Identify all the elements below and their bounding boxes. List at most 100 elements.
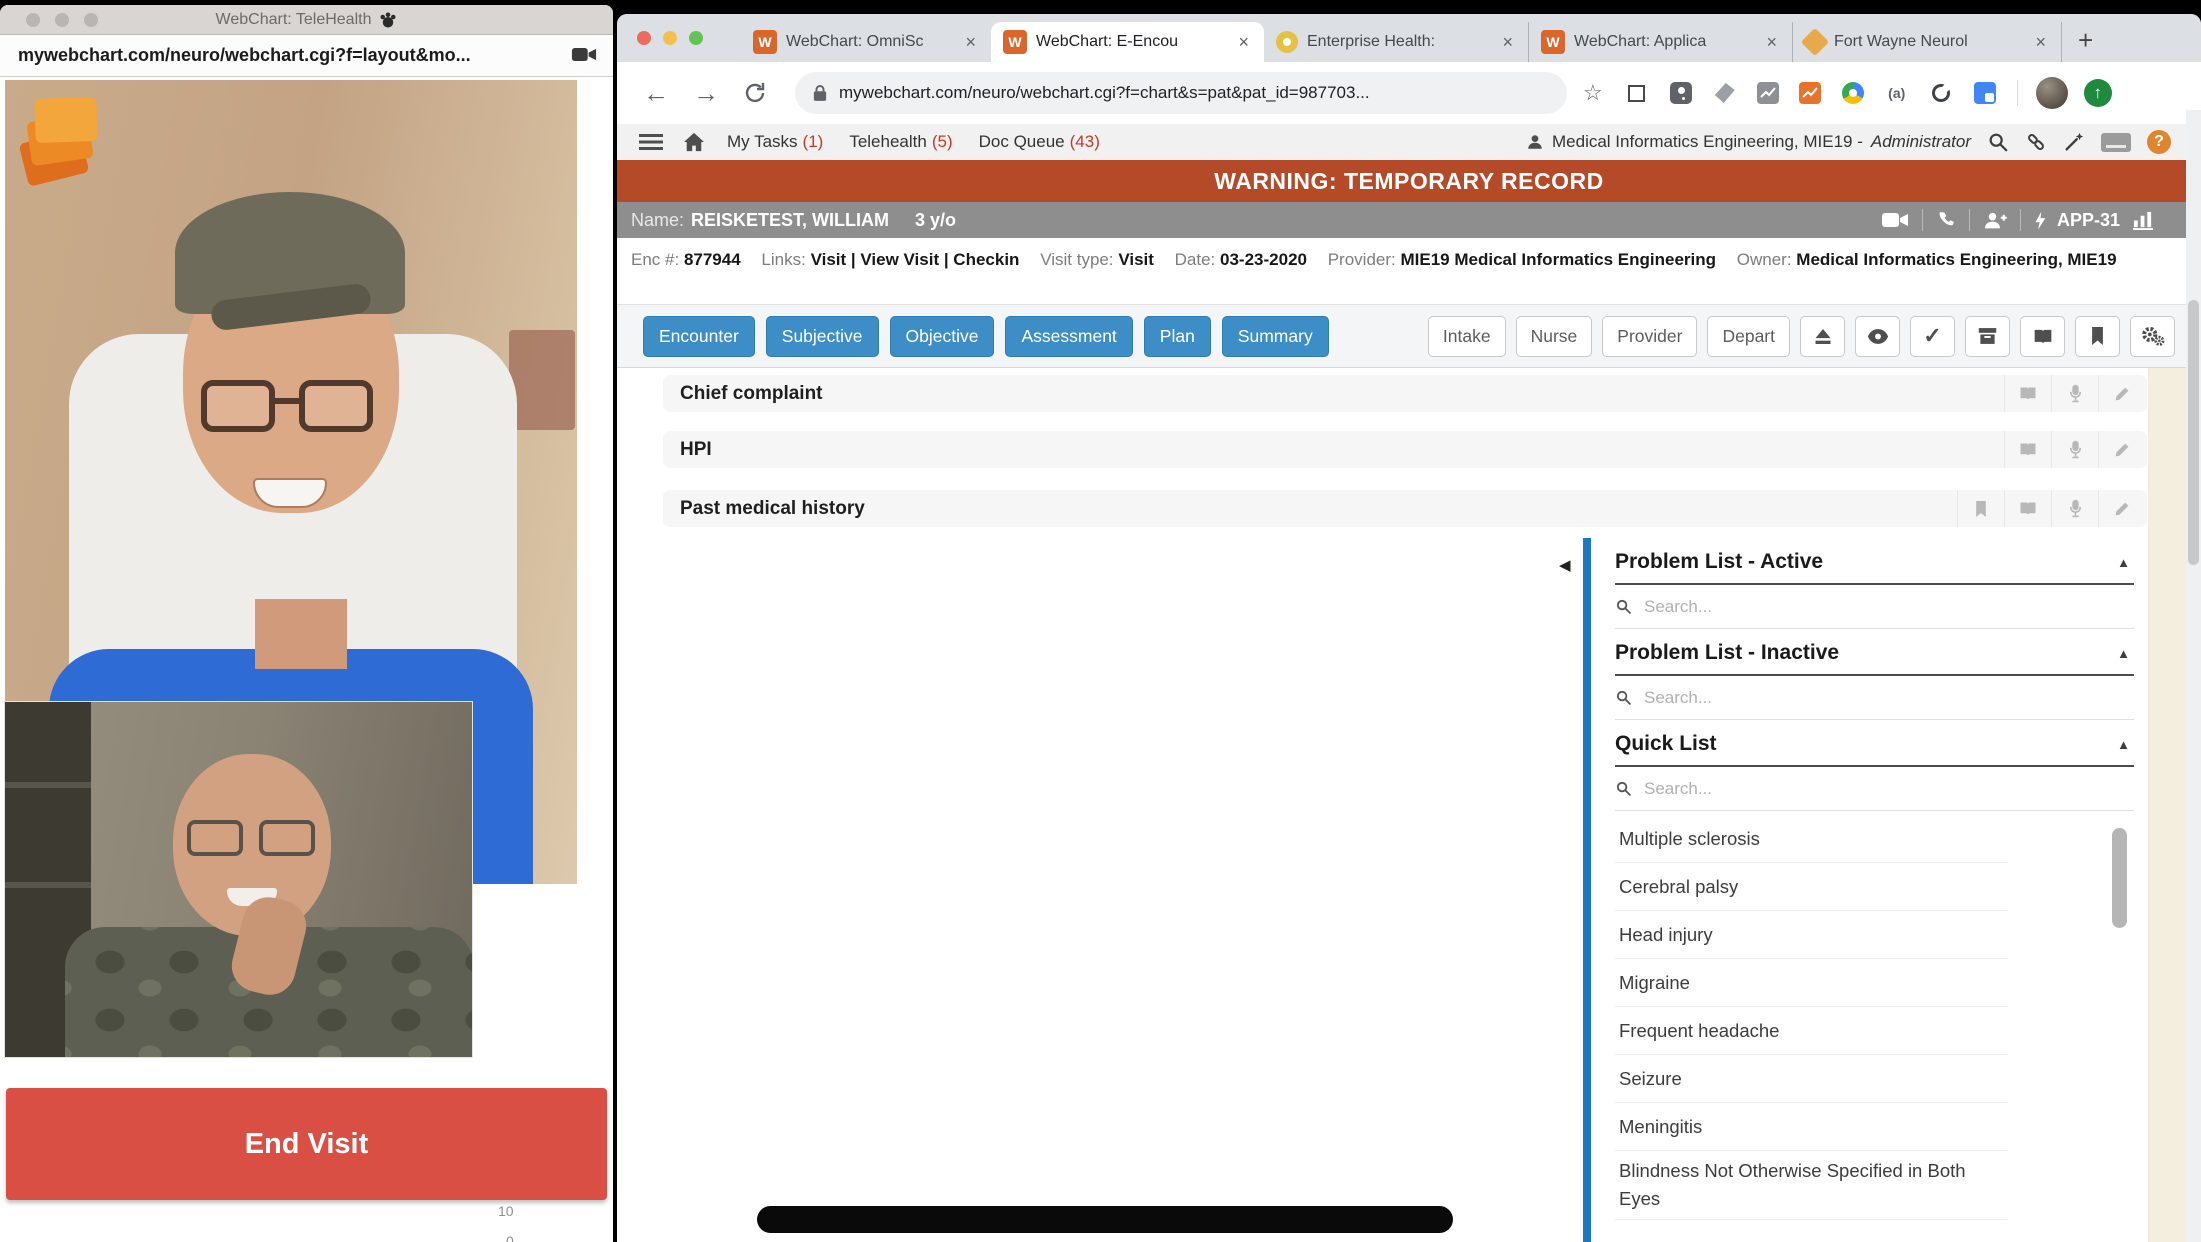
compass-extension-icon[interactable] (1841, 81, 1865, 105)
check-button[interactable]: ✓ (1910, 316, 1955, 357)
nav-my-tasks[interactable]: My Tasks(1) (727, 132, 823, 152)
new-tab-button[interactable]: + (2061, 22, 2109, 62)
tab-plan[interactable]: Plan (1144, 316, 1211, 357)
nav-doc-queue[interactable]: Doc Queue(43) (979, 132, 1100, 152)
hamburger-icon[interactable] (639, 134, 663, 150)
problem-list-active-header[interactable]: Problem List - Active ▲ (1615, 550, 2134, 585)
link-icon[interactable] (2025, 131, 2047, 153)
quick-list-item[interactable]: Migraine (1615, 959, 2007, 1007)
wand-icon[interactable] (2063, 131, 2085, 153)
section-past-medical-history[interactable]: Past medical history (663, 490, 2147, 527)
encounter-links[interactable]: Visit | View Visit | Checkin (811, 250, 1020, 269)
tab-summary[interactable]: Summary (1222, 316, 1329, 357)
book-icon[interactable] (2004, 490, 2051, 527)
minimize-window-icon[interactable] (55, 13, 69, 27)
quick-list-item[interactable]: Cerebral palsy (1615, 863, 2007, 911)
problem-list-inactive-search[interactable] (1615, 676, 2134, 720)
help-icon[interactable]: ? (2147, 130, 2171, 154)
pencil-icon[interactable] (2098, 375, 2145, 412)
stage-provider-button[interactable]: Provider (1602, 316, 1697, 357)
quick-list-scrollbar-thumb[interactable] (2112, 828, 2127, 928)
search-input[interactable] (1644, 688, 1944, 708)
settings-button[interactable] (2130, 316, 2175, 357)
mic-icon[interactable] (2051, 375, 2098, 412)
telehealth-titlebar[interactable]: WebChart: TeleHealth (0, 5, 613, 35)
quick-list-item[interactable]: Head injury (1615, 911, 2007, 959)
close-window-icon[interactable] (26, 13, 40, 27)
close-icon[interactable]: × (1499, 32, 1516, 53)
screenshot-extension-icon[interactable] (1625, 81, 1649, 105)
book-icon[interactable] (2004, 431, 2051, 468)
browser-scrollbar[interactable] (2186, 110, 2201, 1242)
current-user[interactable]: Medical Informatics Engineering, MIE19 -… (1526, 132, 1971, 152)
minimize-window-icon[interactable] (663, 31, 677, 45)
book-icon[interactable] (2004, 375, 2051, 412)
archive-button[interactable] (1965, 316, 2010, 357)
eject-button[interactable] (1800, 316, 1845, 357)
problem-list-active-search[interactable] (1615, 585, 2134, 629)
home-icon[interactable] (683, 132, 705, 152)
analytics-gray-extension-icon[interactable] (1757, 82, 1779, 104)
nav-telehealth[interactable]: Telehealth(5) (849, 132, 952, 152)
stage-intake-button[interactable]: Intake (1428, 316, 1506, 357)
bookmark-star-icon[interactable]: ☆ (1583, 80, 1603, 106)
caret-up-icon[interactable]: ▲ (2117, 555, 2134, 570)
preview-button[interactable] (1855, 316, 1900, 357)
quick-list-header[interactable]: Quick List ▲ (1615, 732, 2134, 767)
book-button[interactable] (2020, 316, 2065, 357)
back-icon[interactable]: ← (643, 80, 669, 106)
keyboard-icon[interactable] (2101, 133, 2131, 152)
quick-list-item[interactable]: Frequent headache (1615, 1007, 2007, 1055)
scrollbar-thumb[interactable] (2188, 300, 2199, 565)
video-camera-icon[interactable] (1881, 211, 1909, 229)
quick-list-item[interactable]: Meningitis (1615, 1103, 2007, 1151)
close-window-icon[interactable] (637, 31, 651, 45)
caret-up-icon[interactable]: ▲ (2117, 646, 2134, 661)
search-input[interactable] (1644, 779, 1944, 799)
tab-fort-wayne-neurology[interactable]: Fort Wayne Neurol × (1792, 22, 2061, 62)
bookmark-button[interactable] (2075, 316, 2120, 357)
close-icon[interactable]: × (1235, 32, 1252, 53)
zoom-window-icon[interactable] (689, 31, 703, 45)
mic-icon[interactable] (2051, 431, 2098, 468)
window-controls[interactable] (637, 31, 703, 45)
password-extension-icon[interactable] (1669, 81, 1693, 105)
quick-list-item[interactable]: Seizure (1615, 1055, 2007, 1103)
person-add-icon[interactable] (1983, 210, 2007, 230)
collapse-left-icon[interactable]: ◀ (1559, 556, 1571, 574)
quick-list-search[interactable] (1615, 767, 2134, 811)
lightning-icon[interactable] (2034, 210, 2047, 231)
problem-list-inactive-header[interactable]: Problem List - Inactive ▲ (1615, 641, 2134, 676)
close-icon[interactable]: × (2032, 32, 2049, 53)
tab-encounter[interactable]: Encounter (643, 316, 755, 357)
pencil-icon[interactable] (2098, 490, 2145, 527)
video-camera-icon[interactable] (571, 46, 597, 63)
forward-icon[interactable]: → (693, 80, 719, 106)
end-visit-button[interactable]: End Visit (6, 1088, 607, 1200)
section-hpi[interactable]: HPI (663, 431, 2147, 468)
analytics-orange-extension-icon[interactable] (1799, 82, 1821, 104)
tab-webchart-omniscope[interactable]: W WebChart: OmniSc × (741, 22, 991, 62)
reload-icon[interactable] (743, 81, 767, 105)
bookmark-icon[interactable] (1957, 490, 2004, 527)
translate-extension-icon[interactable] (1973, 81, 1997, 105)
caret-up-icon[interactable]: ▲ (2117, 737, 2134, 752)
tab-webchart-application[interactable]: W WebChart: Applica × (1528, 22, 1792, 62)
stage-depart-button[interactable]: Depart (1707, 316, 1790, 357)
tab-webchart-e-encounter[interactable]: W WebChart: E-Encou × (991, 22, 1264, 62)
profile-avatar[interactable] (2036, 77, 2068, 109)
search-input[interactable] (1644, 597, 1944, 617)
address-bar[interactable]: mywebchart.com/neuro/webchart.cgi?f=char… (795, 72, 1567, 114)
close-icon[interactable]: × (1763, 32, 1780, 53)
search-icon[interactable] (1987, 131, 2009, 153)
tab-enterprise-health[interactable]: Enterprise Health: × (1264, 22, 1528, 62)
pencil-icon[interactable] (2098, 431, 2145, 468)
wing-extension-icon[interactable] (1713, 81, 1737, 105)
phone-icon[interactable] (1936, 210, 1956, 230)
quick-list-item[interactable]: Blindness Not Otherwise Specified in Bot… (1615, 1151, 2007, 1220)
tab-subjective[interactable]: Subjective (766, 316, 879, 357)
telehealth-urlbar[interactable]: mywebchart.com/neuro/webchart.cgi?f=layo… (0, 35, 613, 77)
tab-assessment[interactable]: Assessment (1005, 316, 1132, 357)
section-chief-complaint[interactable]: Chief complaint (663, 375, 2147, 412)
mic-icon[interactable] (2051, 490, 2098, 527)
